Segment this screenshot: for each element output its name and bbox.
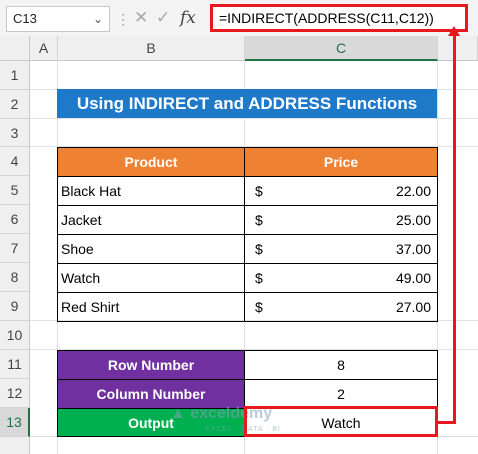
product-cell[interactable]: Red Shirt xyxy=(57,292,245,322)
formula-actions: ✕ ✓ fx xyxy=(130,6,202,32)
select-all-corner[interactable] xyxy=(0,36,30,61)
selected-cell-highlight xyxy=(244,406,438,437)
row-header-12[interactable]: 12 xyxy=(0,379,30,408)
product-cell[interactable]: Jacket xyxy=(57,205,245,235)
currency-symbol: $ xyxy=(255,183,263,199)
row-header-4[interactable]: 4 xyxy=(0,147,30,176)
product-cell[interactable]: Black Hat xyxy=(57,176,245,206)
row-number-value[interactable]: 8 xyxy=(244,350,438,380)
column-header-b[interactable]: B xyxy=(58,36,245,61)
product-cell[interactable]: Shoe xyxy=(57,234,245,264)
price-cell[interactable]: $ 25.00 xyxy=(244,205,438,235)
currency-symbol: $ xyxy=(255,299,263,315)
column-header-a[interactable]: A xyxy=(30,36,58,61)
header-product[interactable]: Product xyxy=(57,147,245,177)
gridline xyxy=(30,118,478,119)
column-header-c[interactable]: C xyxy=(245,36,438,61)
row-header-7[interactable]: 7 xyxy=(0,234,30,263)
price-cell[interactable]: $ 37.00 xyxy=(244,234,438,264)
row-header-5[interactable]: 5 xyxy=(0,176,30,205)
header-price[interactable]: Price xyxy=(244,147,438,177)
price-value: 37.00 xyxy=(395,241,431,257)
currency-symbol: $ xyxy=(255,212,263,228)
price-value: 49.00 xyxy=(395,270,431,286)
row-header-10[interactable]: 10 xyxy=(0,321,30,350)
price-cell[interactable]: $ 49.00 xyxy=(244,263,438,293)
insert-function-icon[interactable]: fx xyxy=(180,8,196,28)
price-value: 22.00 xyxy=(395,183,431,199)
row-header-14[interactable] xyxy=(0,437,30,454)
annotation-arrow-line xyxy=(453,30,456,423)
cancel-icon[interactable]: ✕ xyxy=(134,8,148,28)
row-number-label[interactable]: Row Number xyxy=(57,350,245,380)
currency-symbol: $ xyxy=(255,270,263,286)
row-header-8[interactable]: 8 xyxy=(0,263,30,292)
price-cell[interactable]: $ 22.00 xyxy=(244,176,438,206)
currency-symbol: $ xyxy=(255,241,263,257)
sheet-title[interactable]: Using INDIRECT and ADDRESS Functions xyxy=(57,89,437,118)
price-cell[interactable]: $ 27.00 xyxy=(244,292,438,322)
row-header-6[interactable]: 6 xyxy=(0,205,30,234)
row-header-13[interactable]: 13 xyxy=(0,408,30,437)
row-header-1[interactable]: 1 xyxy=(0,61,30,90)
price-value: 27.00 xyxy=(395,299,431,315)
row-header-3[interactable]: 3 xyxy=(0,119,30,147)
column-header-d[interactable] xyxy=(438,36,478,61)
row-header-9[interactable]: 9 xyxy=(0,292,30,321)
chevron-down-icon[interactable]: ⌄ xyxy=(88,6,108,32)
formula-input[interactable]: =INDIRECT(ADDRESS(C11,C12)) xyxy=(210,4,468,32)
row-header-11[interactable]: 11 xyxy=(0,350,30,379)
product-cell[interactable]: Watch xyxy=(57,263,245,293)
row-header-2[interactable]: 2 xyxy=(0,90,30,119)
column-number-value[interactable]: 2 xyxy=(244,379,438,409)
more-options-icon: ⋮ xyxy=(116,10,130,30)
annotation-arrow-connector xyxy=(436,421,456,424)
arrow-head-icon xyxy=(448,26,460,36)
check-icon[interactable]: ✓ xyxy=(156,8,170,28)
price-value: 25.00 xyxy=(395,212,431,228)
